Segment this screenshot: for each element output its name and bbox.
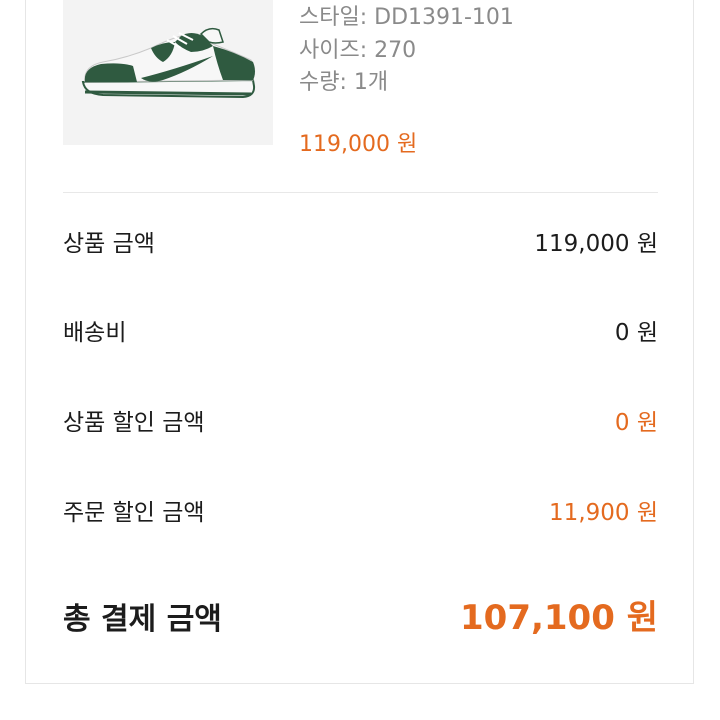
total-label: 총 결제 금액 [63, 602, 222, 637]
product-style: 스타일: DD1391-101 [299, 5, 514, 30]
section-divider [63, 192, 658, 193]
summary-label: 상품 할인 금액 [63, 410, 205, 436]
product-quantity: 수량: 1개 [299, 70, 389, 95]
summary-row-order-discount: 주문 할인 금액 11,900 원 [63, 493, 658, 527]
summary-value: 119,000 원 [534, 231, 658, 257]
order-summary-page: 스타일: DD1391-101 사이즈: 270 수량: 1개 119,000 … [0, 0, 720, 720]
summary-label: 주문 할인 금액 [63, 500, 205, 526]
summary-total-row: 총 결제 금액 107,100 원 [63, 590, 658, 638]
summary-value: 0 원 [614, 410, 658, 436]
product-price: 119,000 원 [299, 132, 418, 157]
summary-row-product-amount: 상품 금액 119,000 원 [63, 224, 658, 258]
summary-value: 0 원 [614, 320, 658, 346]
product-size: 사이즈: 270 [299, 38, 417, 63]
product-thumbnail[interactable] [63, 0, 273, 145]
summary-label: 배송비 [63, 320, 127, 346]
summary-row-product-discount: 상품 할인 금액 0 원 [63, 403, 658, 437]
summary-row-shipping: 배송비 0 원 [63, 313, 658, 347]
sneaker-image [81, 27, 256, 99]
summary-value: 11,900 원 [549, 500, 658, 526]
total-value: 107,100 원 [460, 598, 658, 638]
summary-label: 상품 금액 [63, 231, 155, 257]
